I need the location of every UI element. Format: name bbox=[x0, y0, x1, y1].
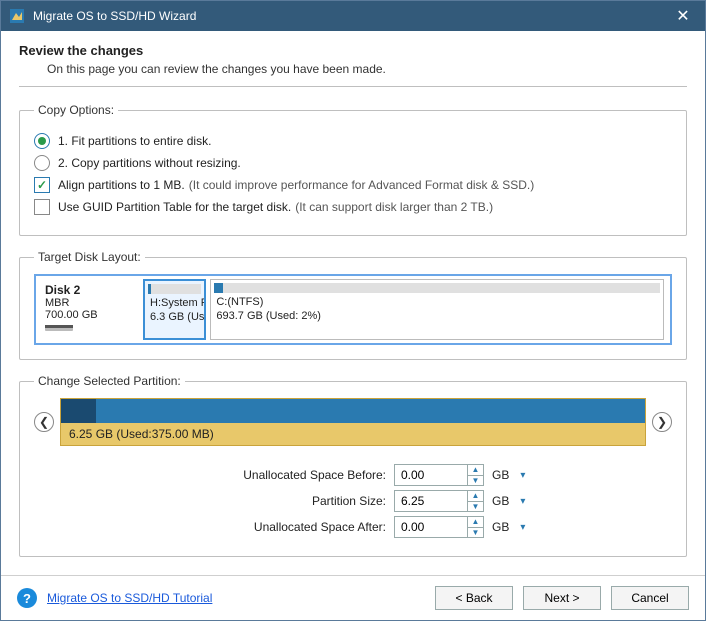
size-unit: GB bbox=[492, 494, 509, 508]
selected-partition-used bbox=[61, 399, 96, 423]
partition-nav-row: ❮ 6.25 GB (Used:375.00 MB) ❯ bbox=[34, 398, 672, 446]
titlebar: Migrate OS to SSD/HD Wizard ✕ bbox=[1, 1, 705, 31]
disk-layout-row: Disk 2 MBR 700.00 GB H:System Res6.3 GB … bbox=[34, 274, 672, 345]
partition-label: H:System Res6.3 GB (Used: bbox=[145, 294, 204, 329]
change-partition-group: Change Selected Partition: ❮ 6.25 GB (Us… bbox=[19, 374, 687, 557]
divider bbox=[19, 86, 687, 87]
change-partition-legend: Change Selected Partition: bbox=[34, 374, 185, 388]
after-unit-dropdown[interactable]: ▾ bbox=[515, 520, 529, 534]
page-subtext: On this page you can review the changes … bbox=[47, 62, 687, 76]
selected-partition-bar bbox=[61, 399, 645, 423]
after-label: Unallocated Space After: bbox=[34, 520, 394, 534]
before-input-box[interactable]: ▲▼ bbox=[394, 464, 484, 486]
copy-options-group: Copy Options: 1. Fit partitions to entir… bbox=[19, 103, 687, 236]
partition-block[interactable]: C:(NTFS)693.7 GB (Used: 2%) bbox=[210, 279, 664, 340]
wizard-body: Review the changes On this page you can … bbox=[1, 31, 705, 575]
before-label: Unallocated Space Before: bbox=[34, 468, 394, 482]
selected-partition-box[interactable]: 6.25 GB (Used:375.00 MB) bbox=[60, 398, 646, 446]
wizard-footer: ? Migrate OS to SSD/HD Tutorial < Back N… bbox=[1, 575, 705, 620]
before-spinner[interactable]: ▲▼ bbox=[467, 465, 483, 485]
size-spinner[interactable]: ▲▼ bbox=[467, 491, 483, 511]
window-title: Migrate OS to SSD/HD Wizard bbox=[33, 9, 196, 23]
checkbox-align-hint: (It could improve performance for Advanc… bbox=[189, 178, 534, 192]
checkbox-align-row[interactable]: Align partitions to 1 MB. (It could impr… bbox=[34, 177, 672, 193]
spin-up-icon[interactable]: ▲ bbox=[468, 465, 483, 476]
spin-down-icon[interactable]: ▼ bbox=[468, 502, 483, 512]
partition-size-form: Unallocated Space Before: ▲▼ GB ▾ Partit… bbox=[34, 464, 672, 538]
radio-fit-row[interactable]: 1. Fit partitions to entire disk. bbox=[34, 133, 672, 149]
radio-fit[interactable] bbox=[34, 133, 50, 149]
close-icon[interactable]: ✕ bbox=[669, 6, 697, 26]
checkbox-gpt-label: Use GUID Partition Table for the target … bbox=[58, 200, 291, 214]
spin-down-icon[interactable]: ▼ bbox=[468, 476, 483, 486]
next-partition-button[interactable]: ❯ bbox=[652, 412, 672, 432]
chevron-right-icon: ❯ bbox=[657, 415, 667, 429]
spin-up-icon[interactable]: ▲ bbox=[468, 517, 483, 528]
checkbox-gpt-row[interactable]: Use GUID Partition Table for the target … bbox=[34, 199, 672, 215]
checkbox-align-label: Align partitions to 1 MB. bbox=[58, 178, 185, 192]
size-input-box[interactable]: ▲▼ bbox=[394, 490, 484, 512]
after-input-box[interactable]: ▲▼ bbox=[394, 516, 484, 538]
radio-noresize[interactable] bbox=[34, 155, 50, 171]
cancel-button[interactable]: Cancel bbox=[611, 586, 689, 610]
partition-usage-bar bbox=[214, 283, 660, 293]
before-unit-dropdown[interactable]: ▾ bbox=[515, 468, 529, 482]
next-button[interactable]: Next > bbox=[523, 586, 601, 610]
after-spinner[interactable]: ▲▼ bbox=[467, 517, 483, 537]
size-input[interactable] bbox=[395, 491, 467, 511]
tutorial-link[interactable]: Migrate OS to SSD/HD Tutorial bbox=[47, 591, 212, 605]
partition-block[interactable]: H:System Res6.3 GB (Used: bbox=[143, 279, 206, 340]
disk-capacity: 700.00 GB bbox=[45, 309, 133, 321]
wizard-window: Migrate OS to SSD/HD Wizard ✕ Review the… bbox=[0, 0, 706, 621]
partition-label: C:(NTFS)693.7 GB (Used: 2%) bbox=[211, 293, 663, 328]
disk-info: Disk 2 MBR 700.00 GB bbox=[39, 279, 139, 340]
help-icon[interactable]: ? bbox=[17, 588, 37, 608]
disk-scheme: MBR bbox=[45, 297, 133, 309]
before-input[interactable] bbox=[395, 465, 467, 485]
radio-fit-label: 1. Fit partitions to entire disk. bbox=[58, 134, 211, 148]
after-unit: GB bbox=[492, 520, 509, 534]
checkbox-gpt-hint: (It can support disk larger than 2 TB.) bbox=[295, 200, 493, 214]
target-layout-group: Target Disk Layout: Disk 2 MBR 700.00 GB… bbox=[19, 250, 687, 360]
back-button[interactable]: < Back bbox=[435, 586, 513, 610]
target-layout-legend: Target Disk Layout: bbox=[34, 250, 145, 264]
after-input[interactable] bbox=[395, 517, 467, 537]
prev-partition-button[interactable]: ❮ bbox=[34, 412, 54, 432]
copy-options-legend: Copy Options: bbox=[34, 103, 118, 117]
selected-partition-summary: 6.25 GB (Used:375.00 MB) bbox=[61, 423, 645, 445]
partition-usage-bar bbox=[148, 284, 201, 294]
size-unit-dropdown[interactable]: ▾ bbox=[515, 494, 529, 508]
size-label: Partition Size: bbox=[34, 494, 394, 508]
disk-name: Disk 2 bbox=[45, 283, 133, 297]
page-heading: Review the changes bbox=[19, 43, 687, 58]
spin-down-icon[interactable]: ▼ bbox=[468, 528, 483, 538]
chevron-left-icon: ❮ bbox=[39, 415, 49, 429]
app-icon bbox=[9, 8, 25, 24]
radio-noresize-label: 2. Copy partitions without resizing. bbox=[58, 156, 241, 170]
before-unit: GB bbox=[492, 468, 509, 482]
checkbox-align[interactable] bbox=[34, 177, 50, 193]
radio-noresize-row[interactable]: 2. Copy partitions without resizing. bbox=[34, 155, 672, 171]
disk-icon bbox=[45, 323, 73, 333]
spin-up-icon[interactable]: ▲ bbox=[468, 491, 483, 502]
checkbox-gpt[interactable] bbox=[34, 199, 50, 215]
